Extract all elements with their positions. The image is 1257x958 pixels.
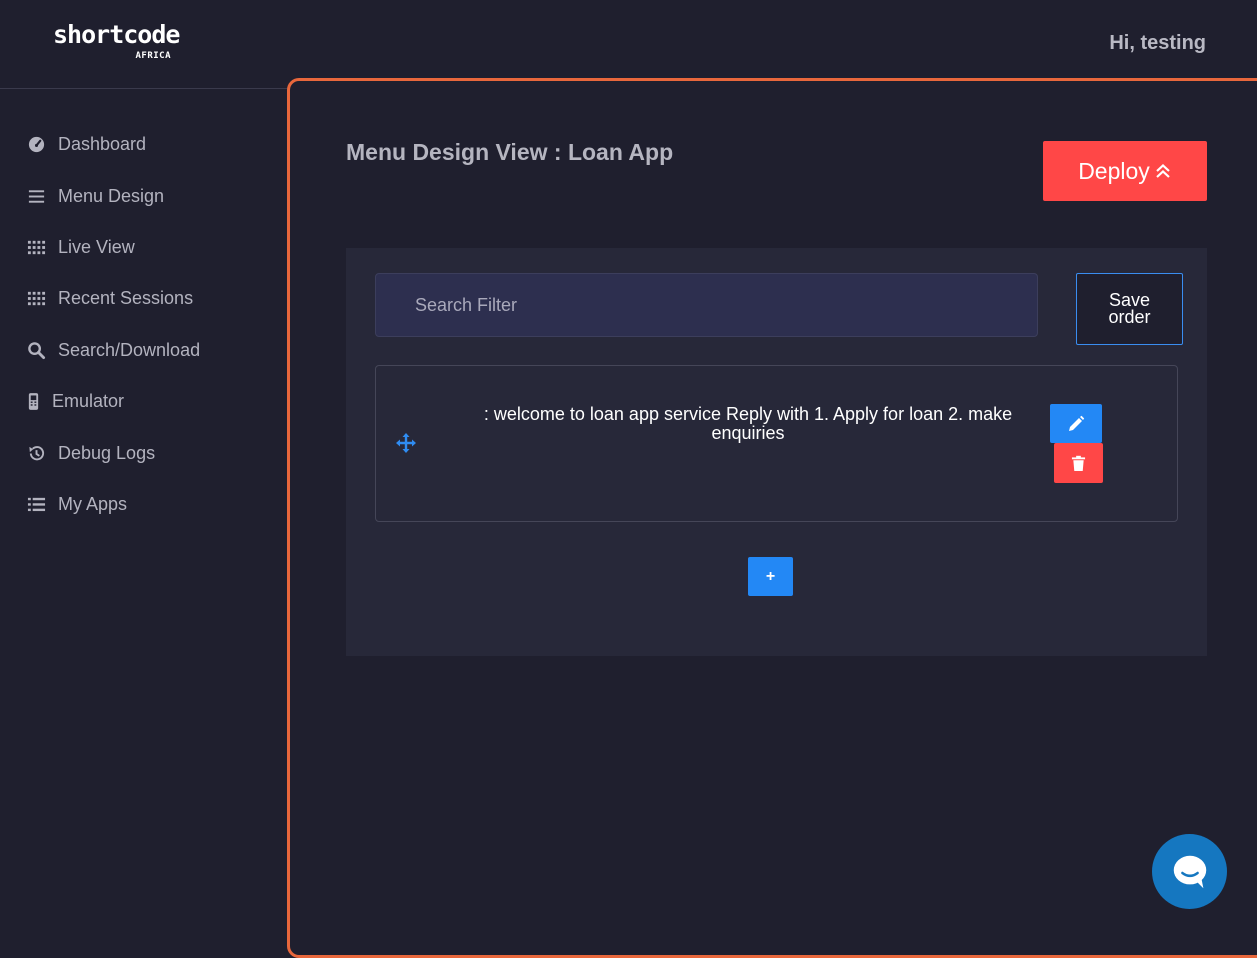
user-greeting[interactable]: Hi, testing	[1109, 32, 1206, 55]
menu-bars-icon	[26, 186, 46, 206]
history-icon	[26, 443, 46, 463]
grid-dots-icon	[26, 237, 46, 257]
edit-button[interactable]	[1050, 404, 1102, 443]
mobile-phone-icon	[26, 391, 40, 411]
add-menu-item-button[interactable]: +	[748, 557, 793, 596]
drag-move-icon[interactable]	[395, 432, 417, 454]
save-order-button[interactable]: Save order	[1076, 273, 1183, 345]
top-bar: shortcode AFRICA Hi, testing	[0, 0, 1257, 89]
sidebar-item-search-download[interactable]: Search/Download	[26, 335, 200, 365]
sidebar-item-label: Debug Logs	[58, 442, 156, 463]
page-title: Menu Design View : Loan App	[346, 139, 674, 165]
shortcode-africa-logo[interactable]: shortcode AFRICA	[53, 20, 180, 64]
chat-bubble-icon	[1173, 855, 1206, 888]
dashboard-gauge-icon	[26, 134, 46, 154]
sidebar-item-label: Search/Download	[58, 339, 201, 360]
chat-widget-button[interactable]	[1152, 834, 1227, 909]
sidebar-item-debug-logs[interactable]: Debug Logs	[26, 438, 155, 468]
double-chevron-up-icon	[1156, 164, 1170, 178]
sidebar-item-label: Recent Sessions	[58, 287, 194, 308]
sidebar-item-dashboard[interactable]: Dashboard	[26, 129, 146, 159]
search-filter-input[interactable]	[375, 273, 1038, 337]
grid-dots-icon	[26, 288, 46, 308]
deploy-button[interactable]: Deploy	[1043, 141, 1207, 201]
sidebar-item-live-view[interactable]: Live View	[26, 232, 135, 262]
menu-item-text: : welcome to loan app service Reply with…	[483, 404, 1013, 443]
list-icon	[26, 494, 46, 514]
sidebar-item-menu-design[interactable]: Menu Design	[26, 181, 164, 211]
sidebar: Dashboard Menu Design Live View Recent S…	[0, 89, 288, 934]
delete-button[interactable]	[1054, 443, 1103, 483]
sidebar-item-my-apps[interactable]: My Apps	[26, 489, 127, 519]
sidebar-item-emulator[interactable]: Emulator	[26, 386, 124, 416]
sidebar-item-label: My Apps	[58, 493, 128, 514]
sidebar-item-label: Live View	[58, 236, 135, 257]
logo-subtext: AFRICA	[135, 51, 171, 61]
sidebar-item-recent-sessions[interactable]: Recent Sessions	[26, 283, 193, 313]
save-order-label: Save order	[1108, 290, 1151, 327]
pencil-icon	[1069, 415, 1085, 431]
sidebar-item-label: Menu Design	[58, 185, 165, 206]
deploy-label: Deploy	[1078, 157, 1150, 184]
sidebar-item-label: Dashboard	[58, 133, 147, 154]
trash-icon	[1071, 455, 1086, 471]
search-icon	[26, 340, 46, 360]
logo-text: shortcode	[53, 20, 180, 49]
sidebar-item-label: Emulator	[52, 390, 125, 411]
